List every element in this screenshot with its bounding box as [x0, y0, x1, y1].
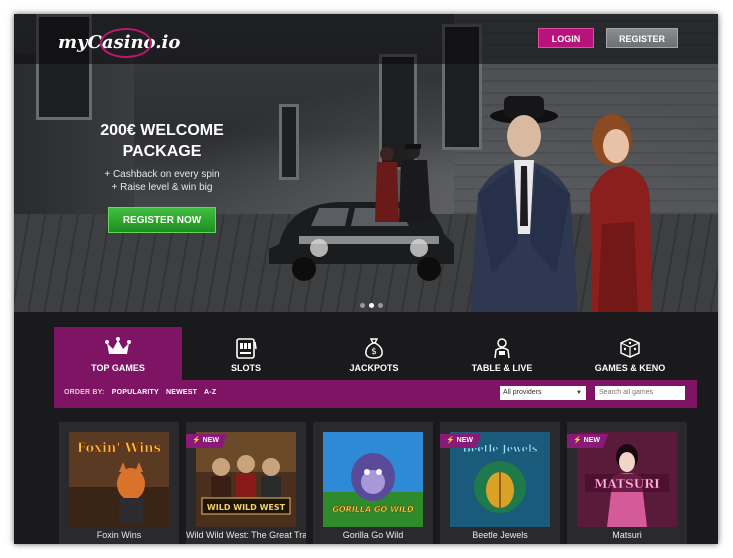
carousel-dots [360, 295, 387, 312]
search-games-input[interactable] [595, 386, 685, 400]
promo-headline-line1: 200€ WELCOME [100, 122, 224, 139]
window-decor [279, 104, 299, 180]
order-newest[interactable]: NEWEST [166, 389, 197, 396]
category-tabs: TOP GAMES SLOTS $ JACKPOTS TABLE & LIVE … [54, 327, 697, 380]
tab-label: GAMES & KENO [594, 363, 666, 373]
order-by-label: ORDER BY: [64, 389, 105, 396]
crown-icon [105, 337, 131, 354]
promo-bullet-level: + Raise level & win big [111, 182, 213, 193]
new-badge-label: NEW [202, 437, 220, 444]
woman-red-dress-image [590, 114, 652, 312]
game-name: Gorilla Go Wild [342, 530, 404, 540]
chevron-down-icon: ▼ [576, 390, 582, 396]
game-name: Beetle Jewels [472, 530, 528, 540]
tab-top-games[interactable]: TOP GAMES [54, 327, 182, 380]
carousel-dot-2[interactable] [369, 303, 374, 308]
order-popularity[interactable]: POPULARITY [112, 389, 159, 396]
new-badge: ⚡ NEW [440, 434, 482, 448]
register-button[interactable]: REGISTER [606, 28, 678, 48]
game-card-wild-wild-west[interactable]: WILD WILD WEST ⚡ NEW Wild Wild West: The… [186, 422, 306, 544]
tab-table-live[interactable]: TABLE & LIVE [438, 327, 566, 380]
carousel-dot-1[interactable] [360, 303, 365, 308]
new-badge: ⚡ NEW [567, 434, 609, 448]
game-name-text: Wild Wild West: The Great Train Heist [186, 530, 306, 540]
tab-slots[interactable]: SLOTS [182, 327, 310, 380]
background-figures-image [375, 144, 431, 222]
thumb-logo-text: MATSURI [594, 477, 660, 491]
game-card-beetle-jewels[interactable]: Beetle Jewels ⚡ NEW Beetle Jewels [440, 422, 560, 544]
order-a-z[interactable]: A-Z [204, 389, 216, 396]
logo-ring-icon [100, 28, 152, 58]
money-bag-icon: $ [365, 338, 383, 359]
promo-bullet-cashback: + Cashback on every spin [104, 169, 220, 180]
game-thumbnail: GORILLA GO WILD [323, 432, 423, 527]
game-card-gorilla-go-wild[interactable]: GORILLA GO WILD Gorilla Go Wild [313, 422, 433, 544]
game-card-foxin-wins[interactable]: Foxin' Wins Foxin Wins [59, 422, 179, 544]
new-badge-label: NEW [456, 437, 474, 444]
welcome-promo: 200€ WELCOME PACKAGE + Cashback on every… [96, 120, 228, 194]
tab-label: SLOTS [230, 363, 261, 373]
thumb-logo-text: WILD WILD WEST [207, 503, 286, 512]
promo-headline-line2: PACKAGE [122, 143, 202, 160]
site-logo[interactable]: myCasino.io [58, 28, 180, 58]
dealer-icon [494, 338, 510, 359]
game-name: Wild Wild West: The Great Train Heist [186, 530, 306, 541]
game-thumbnail: Foxin' Wins [69, 432, 169, 527]
browser-frame: myCasino.io LOGIN REGISTER 200€ WELCOME … [14, 14, 718, 544]
tab-jackpots[interactable]: $ JACKPOTS [310, 327, 438, 380]
hero-banner[interactable]: myCasino.io LOGIN REGISTER 200€ WELCOME … [14, 14, 718, 312]
login-button[interactable]: LOGIN [538, 28, 594, 48]
provider-select-value: All providers [503, 389, 542, 396]
detective-man-image [470, 96, 578, 312]
carousel-dot-3[interactable] [378, 303, 383, 308]
filter-bar: ORDER BY: POPULARITY NEWEST A-Z All prov… [54, 380, 697, 408]
tab-label: TOP GAMES [91, 363, 145, 373]
svg-text:$: $ [371, 347, 377, 357]
tab-games-keno[interactable]: GAMES & KENO [566, 327, 694, 380]
game-name: Matsuri [612, 530, 642, 540]
slot-machine-icon [236, 338, 257, 359]
order-by: ORDER BY: POPULARITY NEWEST A-Z [64, 389, 221, 396]
thumb-logo-text: GORILLA GO WILD [332, 505, 414, 514]
new-badge: ⚡ NEW [186, 434, 228, 448]
register-now-button[interactable]: REGISTER NOW [108, 207, 216, 233]
new-badge-label: NEW [583, 437, 601, 444]
game-card-matsuri[interactable]: MATSURI ⚡ NEW Matsuri [567, 422, 687, 544]
tab-label: JACKPOTS [349, 363, 399, 373]
game-name: Foxin Wins [96, 530, 142, 540]
tab-label: TABLE & LIVE [471, 363, 533, 373]
dice-icon [620, 338, 640, 358]
thumb-logo-text: Foxin' Wins [77, 441, 161, 456]
provider-select[interactable]: All providers ▼ [500, 386, 586, 400]
